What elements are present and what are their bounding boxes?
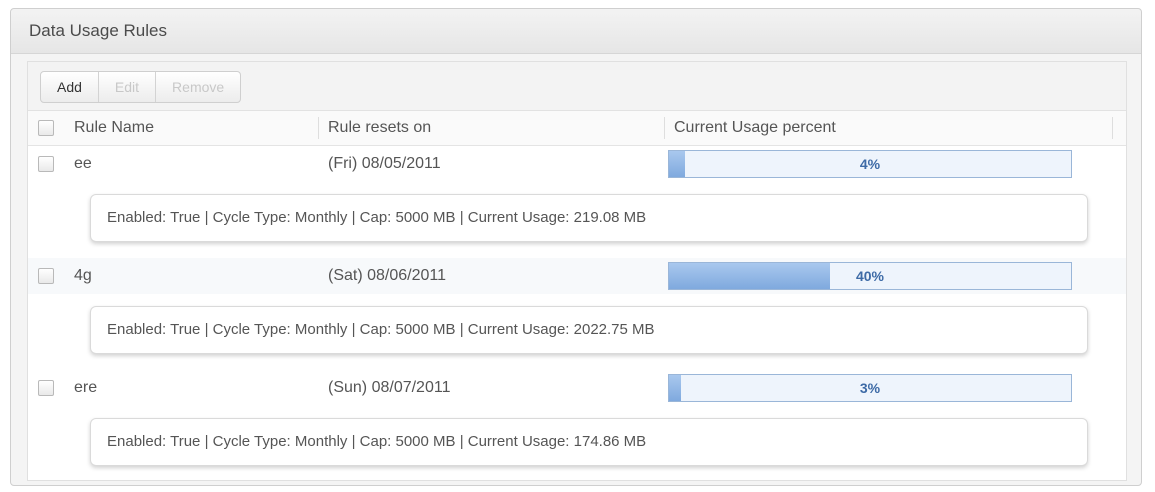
table-row[interactable]: 4g (Sat) 08/06/2011 40% (28, 258, 1126, 294)
row-checkbox[interactable] (38, 156, 54, 172)
select-all-checkbox[interactable] (38, 120, 54, 136)
panel-title: Data Usage Rules (11, 9, 1141, 54)
row-detail: Enabled: True | Cycle Type: Monthly | Ca… (28, 406, 1126, 482)
resets-on-cell: (Sat) 08/06/2011 (328, 267, 447, 284)
rule-details-text: Enabled: True | Cycle Type: Monthly | Ca… (90, 194, 1088, 242)
rule-details-text: Enabled: True | Cycle Type: Monthly | Ca… (90, 418, 1088, 466)
toolbar: Add Edit Remove (28, 62, 1126, 111)
row-detail: Enabled: True | Cycle Type: Monthly | Ca… (28, 294, 1126, 370)
data-usage-rules-panel: Data Usage Rules Add Edit Remove Rule Na… (10, 8, 1142, 486)
usage-progress-bar: 3% (668, 374, 1072, 402)
rule-details-text: Enabled: True | Cycle Type: Monthly | Ca… (90, 306, 1088, 354)
row-checkbox[interactable] (38, 380, 54, 396)
row-detail: Enabled: True | Cycle Type: Monthly | Ca… (28, 182, 1126, 258)
resets-on-cell: (Fri) 08/05/2011 (328, 155, 441, 172)
table-row[interactable]: ere (Sun) 08/07/2011 3% (28, 370, 1126, 406)
row-checkbox[interactable] (38, 268, 54, 284)
rule-name-cell: ere (74, 379, 98, 396)
table-row[interactable]: ee (Fri) 08/05/2011 4% (28, 146, 1126, 182)
add-button[interactable]: Add (41, 72, 99, 102)
column-divider (318, 117, 319, 139)
resets-on-cell: (Sun) 08/07/2011 (328, 379, 451, 396)
column-header-usage-percent[interactable]: Current Usage percent (674, 111, 836, 145)
remove-button[interactable]: Remove (156, 72, 240, 102)
rules-grid: Add Edit Remove Rule Name Rule resets on… (27, 61, 1127, 481)
rule-name-cell: ee (74, 155, 92, 172)
column-header-resets-on[interactable]: Rule resets on (328, 111, 431, 145)
toolbar-button-group: Add Edit Remove (40, 71, 242, 103)
usage-progress-bar: 40% (668, 262, 1072, 290)
usage-progress-bar: 4% (668, 150, 1072, 178)
usage-progress-label: 40% (855, 268, 885, 284)
table-header: Rule Name Rule resets on Current Usage p… (28, 111, 1126, 146)
usage-progress-label: 3% (859, 380, 881, 396)
edit-button[interactable]: Edit (99, 72, 157, 102)
column-divider (1112, 117, 1113, 139)
column-header-rule-name[interactable]: Rule Name (74, 111, 154, 145)
rule-name-cell: 4g (74, 267, 92, 284)
column-divider (664, 117, 665, 139)
usage-progress-label: 4% (859, 156, 881, 172)
